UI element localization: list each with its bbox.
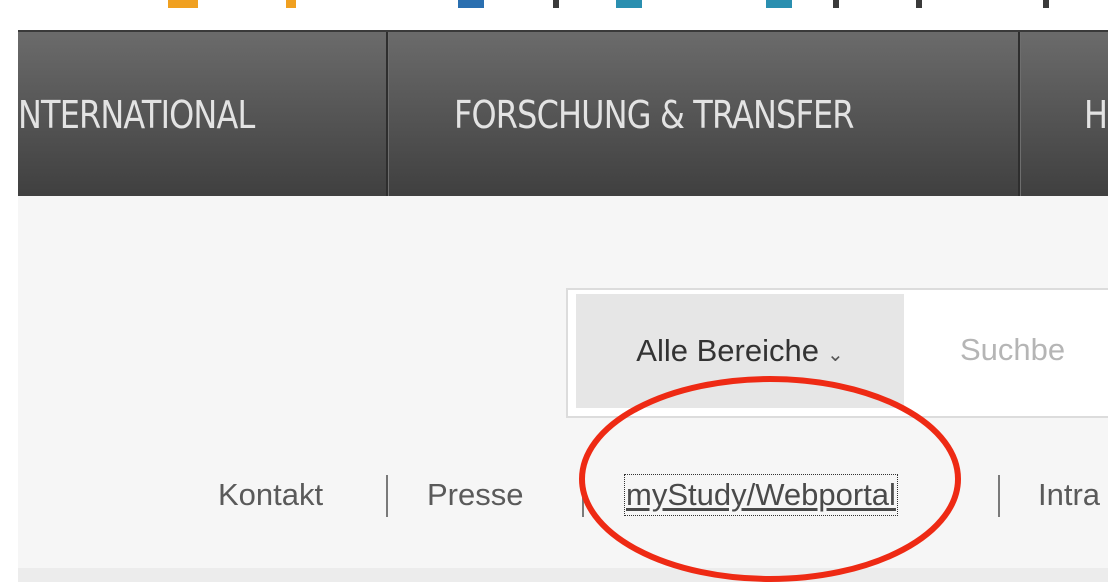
search-input[interactable] [930, 300, 1108, 400]
link-divider [998, 475, 1000, 517]
chevron-down-icon: ⌄ [826, 343, 844, 366]
top-strip [18, 0, 1108, 30]
decorative-mark [616, 0, 642, 8]
nav-item-h[interactable]: H [1084, 32, 1108, 198]
link-intranet[interactable]: Intra [1038, 470, 1100, 520]
link-divider [582, 475, 584, 517]
nav-divider [1018, 32, 1020, 198]
link-mystudy-webportal[interactable]: myStudy/Webportal [624, 474, 898, 516]
decorative-mark [168, 0, 198, 8]
decorative-mark [766, 0, 792, 8]
decorative-mark [458, 0, 484, 8]
decorative-mark [286, 0, 296, 8]
decorative-mark [1043, 0, 1049, 8]
link-presse[interactable]: Presse [427, 470, 523, 520]
nav-item-forschung-transfer[interactable]: FORSCHUNG & TRANSFER [454, 32, 854, 198]
decorative-mark [833, 0, 839, 8]
nav-item-international[interactable]: NTERNATIONAL [18, 32, 255, 198]
link-kontakt[interactable]: Kontakt [218, 470, 323, 520]
main-navigation: NTERNATIONAL FORSCHUNG & TRANSFER H [18, 30, 1108, 198]
decorative-mark [553, 0, 559, 8]
nav-divider [386, 32, 388, 198]
page: NTERNATIONAL FORSCHUNG & TRANSFER H Alle… [0, 0, 1108, 582]
link-divider [386, 475, 388, 517]
decorative-mark [916, 0, 922, 8]
search-scope-dropdown[interactable]: Alle Bereiche ⌄ [576, 294, 904, 408]
search-scope-label: Alle Bereiche [636, 333, 819, 368]
content-divider [18, 568, 1108, 582]
service-links: Kontakt Presse myStudy/Webportal Intra [0, 470, 1108, 520]
